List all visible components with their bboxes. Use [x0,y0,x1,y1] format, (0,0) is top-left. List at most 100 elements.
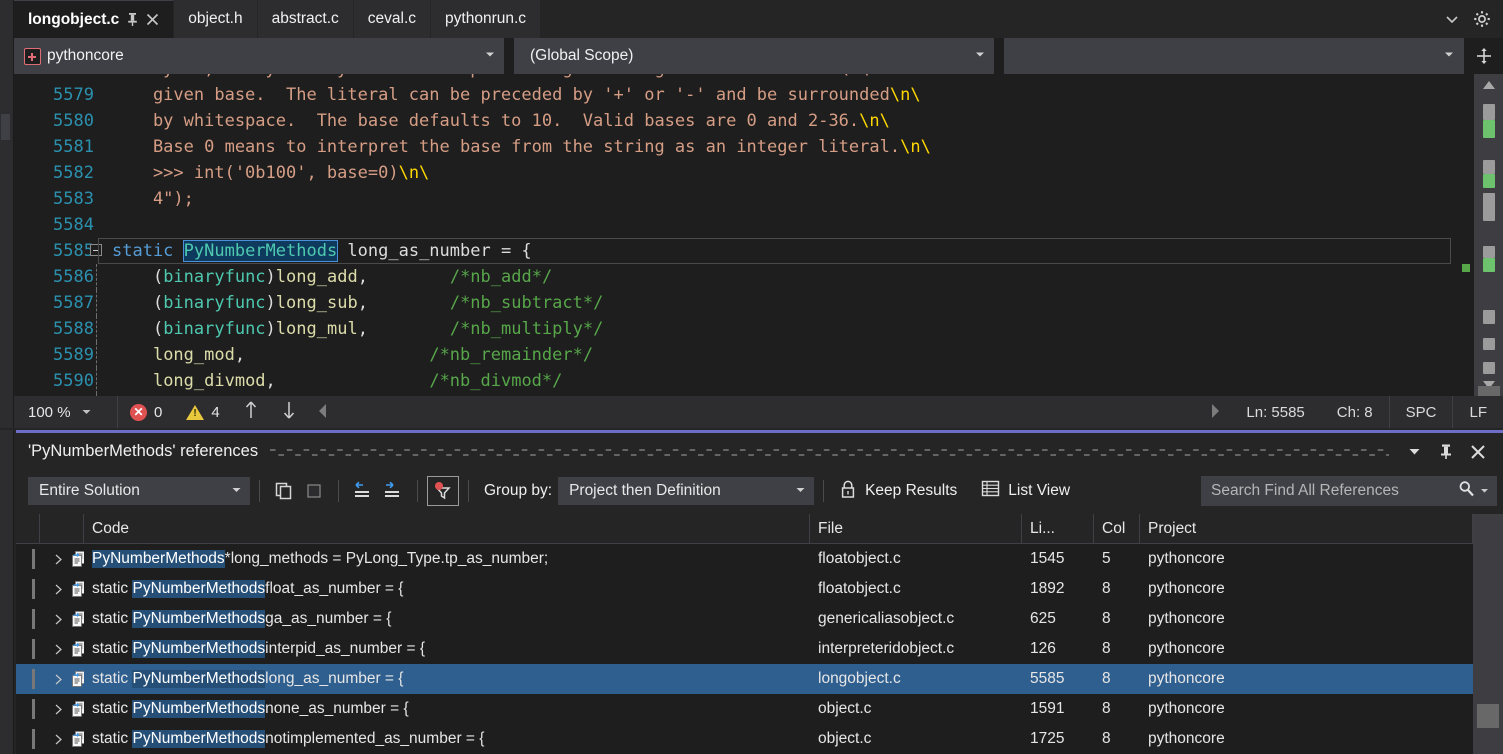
group-by-value: Project then Definition [569,482,721,499]
code-suffix: notimplemented_as_number = { [265,730,485,747]
code-line[interactable]: 5589 long_mod, /*nb_remainder*/ [28,342,1473,368]
code-line[interactable]: 5578 bytes, or bytearray instance repres… [28,74,1473,82]
column-header-code[interactable]: Code [84,514,810,543]
cell-col: 8 [1102,580,1111,597]
close-icon[interactable] [146,13,159,26]
error-count[interactable]: ✕ 0 [118,396,174,428]
code-line[interactable]: 5586 (binaryfunc)long_add, /*nb_add*/ [28,264,1473,290]
fold-collapse-icon[interactable] [90,244,102,256]
project-scope-dropdown[interactable]: pythoncore [14,38,504,74]
code-token: long_divmod [152,371,266,391]
pin-icon[interactable] [126,12,139,27]
references-results-grid[interactable]: Code File Li... Col Project PyNumberMeth… [16,514,1503,754]
code-token: long_as_number = { [337,241,532,261]
global-scope-dropdown[interactable]: (Global Scope) [514,38,994,74]
split-window-icon[interactable] [1463,38,1503,74]
row-gutter [16,694,40,724]
table-row[interactable]: static PyNumberMethods float_as_number =… [16,574,1503,604]
chevron-down-icon[interactable] [1401,439,1427,465]
code-line-text: bytes, or bytearray instance representin… [112,74,869,82]
group-by-dropdown[interactable]: Project then Definition [558,477,815,505]
code-line[interactable]: 5579 given base. The literal can be prec… [28,82,1473,108]
column-header-project[interactable]: Project [1140,514,1473,543]
triangle-left-icon[interactable] [308,403,338,422]
cell-col: 8 [1102,670,1111,687]
editor-tab-object-h[interactable]: object.h [174,0,258,38]
member-dropdown[interactable] [1004,38,1463,74]
editor-vertical-scrollbar[interactable] [1462,74,1503,396]
code-line[interactable]: 5583 4"); [28,186,1473,212]
keep-results-button[interactable]: Keep Results [833,479,963,504]
chevron-down-icon[interactable] [1445,12,1459,26]
search-references-input[interactable]: Search Find All References [1201,476,1497,506]
scroll-up-arrow-icon[interactable] [1474,74,1503,96]
pin-icon[interactable] [1433,439,1459,465]
warning-count[interactable]: 4 [174,396,231,428]
editor-tab-longobject-c[interactable]: longobject.c [14,0,175,38]
code-line[interactable]: 5580 by whitespace. The base defaults to… [28,108,1473,134]
chevron-right-icon[interactable] [48,734,68,745]
chevron-right-icon[interactable] [48,704,68,715]
code-token: /*nb_multiply*/ [449,319,604,339]
filter-alert-icon[interactable] [427,476,459,506]
previous-issue-button[interactable] [232,396,270,428]
code-line[interactable]: 5588 (binaryfunc)long_mul, /*nb_multiply… [28,316,1473,342]
code-editor[interactable]: 5578 bytes, or bytearray instance repres… [0,74,1503,396]
cell-file: genericaliasobject.c [818,610,955,627]
code-line[interactable]: 5581 Base 0 means to interpret the base … [28,134,1473,160]
zoom-level-dropdown[interactable]: 100 % [14,396,118,428]
column-header-file[interactable]: File [810,514,1022,543]
triangle-right-icon[interactable] [1200,403,1230,422]
code-line[interactable]: 5582 >>> int('0b100', base=0)\n\ [28,160,1473,186]
row-expander-cell [40,664,84,694]
code-token: , [357,267,368,287]
code-line[interactable]: 5587 (binaryfunc)long_sub, /*nb_subtract… [28,290,1473,316]
code-line[interactable]: 5590 long_divmod, /*nb_divmod*/ [28,368,1473,394]
table-row[interactable]: static PyNumberMethods interpid_as_numbe… [16,634,1503,664]
next-issue-button[interactable] [270,396,308,428]
chevron-right-icon[interactable] [48,554,68,565]
line-ending-indicator[interactable]: LF [1453,396,1503,428]
scope-dropdown[interactable]: Entire Solution [28,477,250,505]
collapse-left-icon[interactable] [348,477,378,505]
results-vertical-scrollbar[interactable] [1473,514,1503,754]
list-view-button[interactable]: List View [975,479,1076,503]
copy-icon[interactable] [269,477,299,505]
editor-tab-ceval-c[interactable]: ceval.c [353,0,432,38]
table-row[interactable]: PyNumberMethods *long_methods = PyLong_T… [16,544,1503,574]
gear-icon[interactable] [1473,10,1491,28]
chevron-down-icon [484,47,496,65]
code-match: PyNumberMethods [132,700,266,718]
indentation-indicator[interactable]: SPC [1388,396,1454,428]
expand-right-icon[interactable] [378,477,408,505]
chevron-down-icon[interactable] [1480,482,1489,500]
column-header-col[interactable]: Col [1094,514,1140,543]
code-line-text: static PyNumberMethods long_as_number = … [90,238,532,264]
editor-tab-pythonrun-c[interactable]: pythonrun.c [431,0,542,38]
editor-text-area[interactable]: 5578 bytes, or bytearray instance repres… [28,74,1473,396]
square-icon[interactable] [299,477,329,505]
close-icon[interactable] [1465,439,1491,465]
cell-project: pythoncore [1148,580,1225,597]
table-row[interactable]: static PyNumberMethods none_as_number = … [16,694,1503,724]
chevron-right-icon[interactable] [48,614,68,625]
magnifier-icon[interactable] [1458,480,1475,502]
table-row[interactable]: static PyNumberMethods long_as_number = … [16,664,1503,694]
table-row[interactable]: static PyNumberMethods notimplemented_as… [16,724,1503,754]
editor-tab-abstract-c[interactable]: abstract.c [257,0,354,38]
code-line[interactable]: 5584 [28,212,1473,238]
code-line-text: (binaryfunc)long_add, /*nb_add*/ [96,264,552,290]
panel-drag-handle[interactable] [270,446,1392,458]
cell-code: static PyNumberMethods notimplemented_as… [84,724,810,754]
reference-item-icon [68,580,84,598]
tab-label: longobject.c [28,10,120,28]
column-header-line[interactable]: Li... [1022,514,1094,543]
table-row[interactable]: static PyNumberMethods ga_as_number = {g… [16,604,1503,634]
chevron-right-icon[interactable] [48,584,68,595]
code-line[interactable]: 5585 static PyNumberMethods long_as_numbe… [28,238,1473,264]
chevron-right-icon[interactable] [48,674,68,685]
code-prefix: static [92,700,133,717]
chevron-right-icon[interactable] [48,644,68,655]
list-view-icon [981,479,1000,503]
